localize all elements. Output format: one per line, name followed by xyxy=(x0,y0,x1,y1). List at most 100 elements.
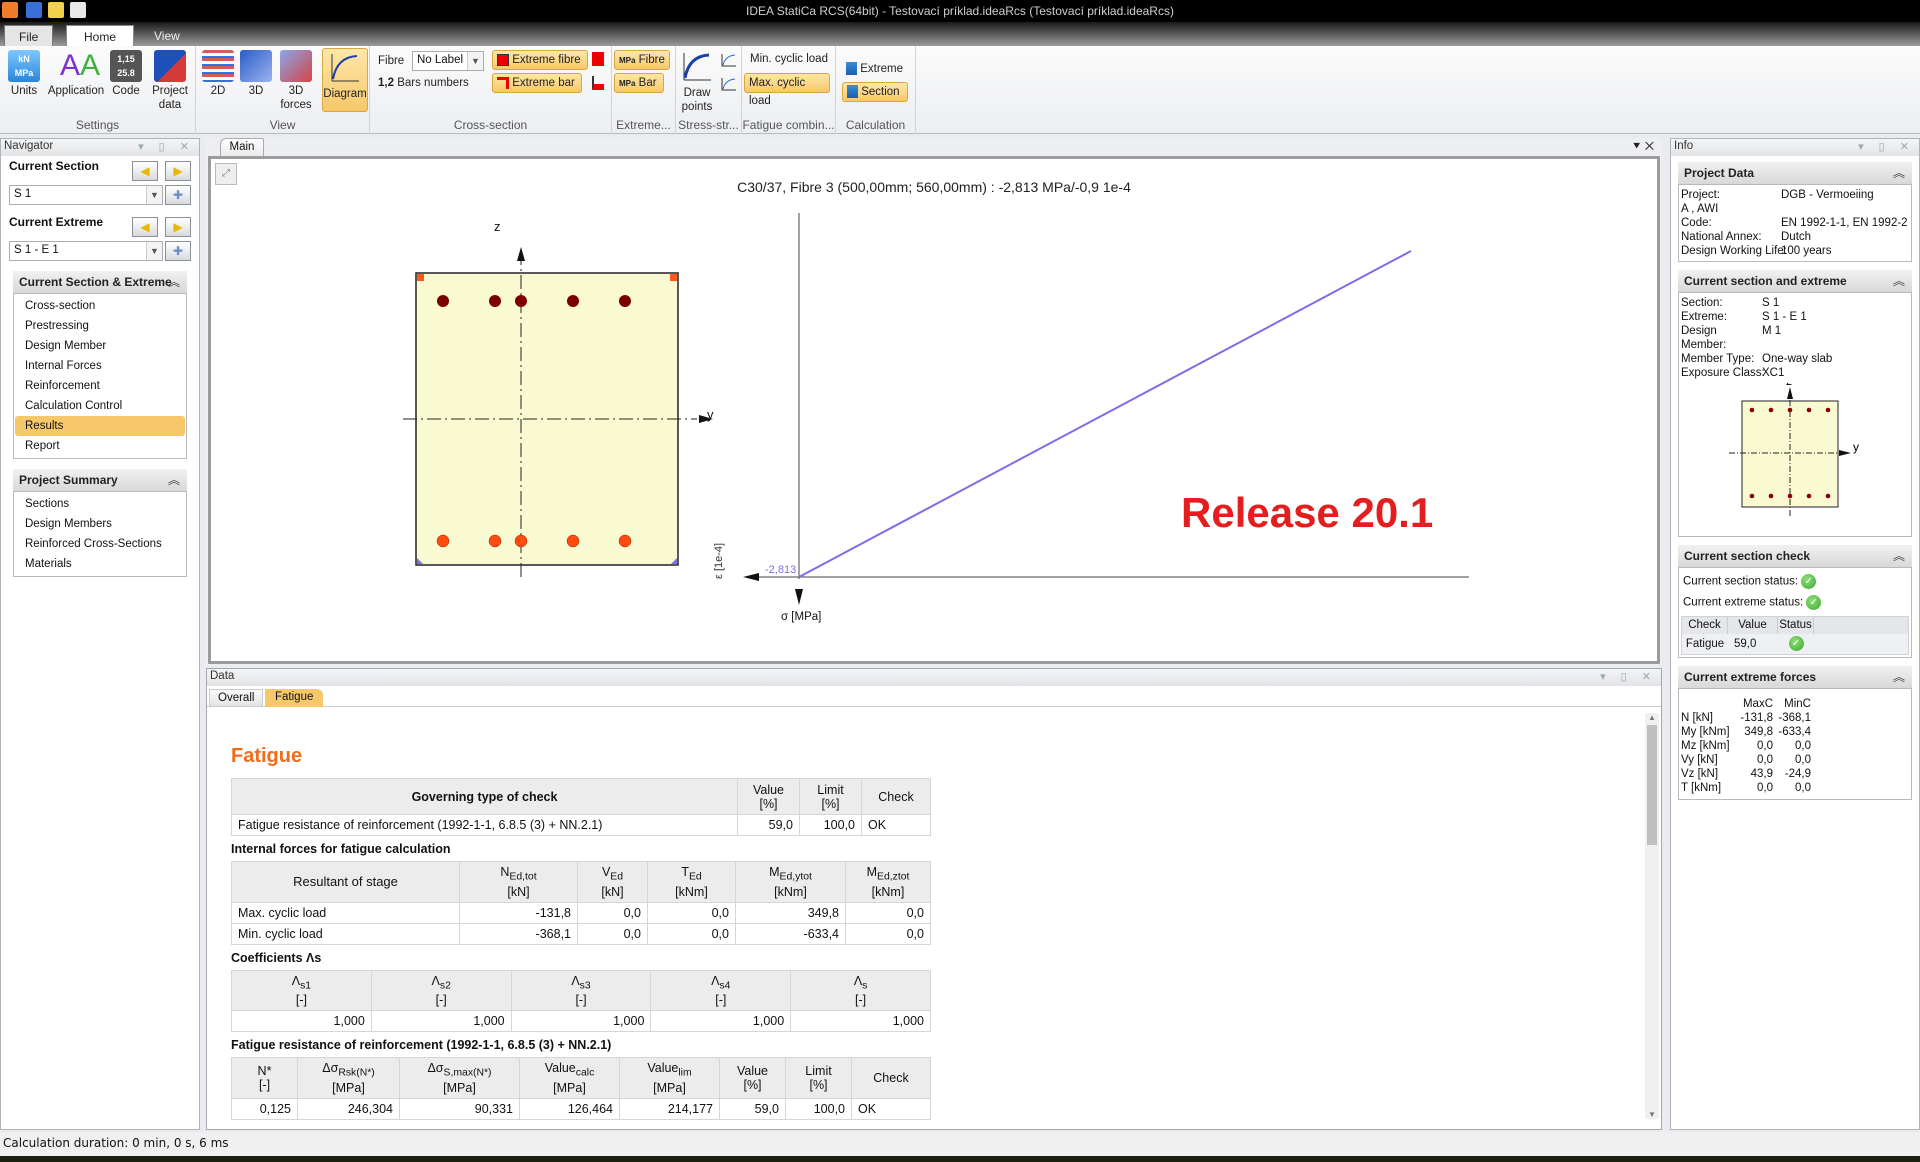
rebar xyxy=(437,295,449,307)
tab-file[interactable]: File xyxy=(4,25,54,46)
code-button[interactable]: 1,15 25.8 Code xyxy=(108,50,144,98)
draw-points-button[interactable]: Draw points xyxy=(678,50,716,114)
chevron-down-icon[interactable]: ▼ xyxy=(146,186,162,204)
collapse-icon[interactable]: ︽ xyxy=(168,471,180,488)
chevron-down-icon[interactable]: ▼ xyxy=(467,52,483,70)
nav-item-design-members[interactable]: Design Members xyxy=(15,514,185,534)
next-extreme-button[interactable]: ▶ xyxy=(165,217,191,237)
current-section-select[interactable]: S 1 ▼ xyxy=(9,185,163,205)
collapse-icon[interactable]: ︽ xyxy=(1893,668,1905,685)
previous-extreme-button[interactable]: ◀ xyxy=(132,217,158,237)
previous-section-button[interactable]: ◀ xyxy=(132,161,158,181)
max-fibre-icon[interactable] xyxy=(592,52,604,66)
current-extreme-select[interactable]: S 1 - E 1 ▼ xyxy=(9,241,163,261)
chevron-down-icon[interactable]: ▼ xyxy=(146,242,162,260)
table-row: 1,000 1,000 1,000 1,000 1,000 xyxy=(231,1010,931,1032)
collapse-icon[interactable]: ︽ xyxy=(1893,272,1905,289)
scrollbar-thumb[interactable] xyxy=(1647,725,1657,845)
project-data-button[interactable]: Project data xyxy=(148,50,192,112)
info-row: Project: DGB - Vermoeiing xyxy=(1681,189,1874,201)
view-3d-button[interactable]: 3D xyxy=(238,50,274,98)
tab-overall[interactable]: Overall xyxy=(209,689,264,707)
table-row: N [kN] -131,8 -368,1 xyxy=(1681,712,1811,724)
section-check-box: Current section status: ✓ Current extrem… xyxy=(1678,567,1912,658)
application-button[interactable]: AA Application xyxy=(46,50,106,98)
panel-controls-icon[interactable]: ▾ ▯ ✕ xyxy=(1600,670,1657,683)
report-heading: Fatigue xyxy=(231,745,303,767)
extreme-forces-header[interactable]: Current extreme forces ︽ xyxy=(1678,666,1912,688)
rebar xyxy=(619,295,631,307)
nav-item-calculation-control[interactable]: Calculation Control xyxy=(15,396,185,416)
fibre-select[interactable]: No Label ▼ xyxy=(412,51,484,71)
panel-controls-icon[interactable]: ▾ ▯ ✕ xyxy=(1858,140,1915,153)
navigator-header: Navigator ▾ ▯ ✕ xyxy=(1,139,199,156)
next-section-button[interactable]: ▶ xyxy=(165,161,191,181)
current-section-header[interactable]: Current section and extreme ︽ xyxy=(1678,270,1912,292)
nav-item-reinforced-cross-sections[interactable]: Reinforced Cross-Sections xyxy=(15,534,185,554)
diagram-button[interactable]: Diagram xyxy=(322,48,368,112)
extreme-bar-stress-button[interactable]: MPa Bar xyxy=(614,73,664,93)
col-header: Λs3 [-] xyxy=(510,969,652,1011)
extreme-fibre-marker xyxy=(670,274,677,281)
group-view: 2D 3D 3D forces Diagram View xyxy=(196,46,370,134)
nav-item-prestressing[interactable]: Prestressing xyxy=(15,316,185,336)
rebar xyxy=(618,534,632,548)
report-content: Fatigue Governing type of check Value [%]… xyxy=(231,745,1111,1120)
min-fibre-icon[interactable] xyxy=(592,76,604,90)
bars-numbers-button[interactable]: 1,2 Bars numbers xyxy=(374,74,473,94)
collapse-icon[interactable]: ︽ xyxy=(1893,547,1905,564)
current-section-label: Current Section xyxy=(9,159,100,173)
min-cyclic-load-button[interactable]: Min. cyclic load xyxy=(746,50,832,70)
extreme-forces-box: MaxC MinC N [kN] -131,8 -368,1 My [kNm] 349,… xyxy=(1678,688,1912,800)
tab-fatigue[interactable]: Fatigue xyxy=(265,689,324,707)
panel-controls-icon[interactable]: ▾ ▯ ✕ xyxy=(138,140,195,153)
extreme-bar-icon xyxy=(497,76,509,89)
extreme-bar-button[interactable]: Extreme bar xyxy=(492,73,582,93)
tab-main[interactable]: Main xyxy=(220,138,264,156)
view-3d-forces-button[interactable]: 3D forces xyxy=(278,50,314,112)
col-header: MEd,ztot [kNm] xyxy=(845,861,931,903)
nav-item-results[interactable]: Results xyxy=(15,416,185,436)
nav-item-materials[interactable]: Materials xyxy=(15,554,185,574)
units-icon: kN MPa xyxy=(8,50,40,82)
extreme-fibre-stress-button[interactable]: MPa Fibre xyxy=(614,50,670,70)
add-section-button[interactable]: ✚ xyxy=(165,185,191,205)
scroll-up-icon[interactable]: ▲ xyxy=(1645,713,1659,725)
project-data-header[interactable]: Project Data ︽ xyxy=(1678,162,1912,184)
scroll-down-icon[interactable]: ▼ xyxy=(1645,1110,1659,1119)
grid-row[interactable]: Fatigue 59,0 ✓ xyxy=(1682,634,1908,654)
collapse-icon[interactable]: ︽ xyxy=(168,273,180,290)
calculate-section-button[interactable]: Section xyxy=(842,82,908,102)
nav-item-design-member[interactable]: Design Member xyxy=(15,336,185,356)
scrollbar[interactable]: ▲ ▼ xyxy=(1645,713,1659,1119)
section-check-header[interactable]: Current section check ︽ xyxy=(1678,545,1912,567)
view-2d-button[interactable]: 2D xyxy=(200,50,236,98)
col-header: ΔσS,max(N*) [MPa] xyxy=(399,1057,520,1099)
col-header: Check xyxy=(861,778,931,815)
add-extreme-button[interactable]: ✚ xyxy=(165,241,191,261)
tab-view[interactable]: View xyxy=(140,25,194,46)
group-settings: kN MPa Units AA Application 1,15 25.8 Code… xyxy=(0,46,196,134)
table-row: Fatigue resistance of reinforcement (199… xyxy=(231,814,931,836)
max-cyclic-load-button[interactable]: Max. cyclic load xyxy=(744,73,830,107)
extreme-fibre-button[interactable]: Extreme fibre xyxy=(492,50,588,70)
units-button[interactable]: kN MPa Units xyxy=(6,50,42,98)
project-data-icon xyxy=(154,50,186,82)
panel-controls-icon[interactable]: ⯆ ✕ xyxy=(1632,139,1654,154)
nav-item-cross-section[interactable]: Cross-section xyxy=(15,296,185,316)
group-header[interactable]: Current Section & Extreme ︽ xyxy=(13,271,187,293)
tab-home[interactable]: Home xyxy=(66,25,134,46)
nav-item-sections[interactable]: Sections xyxy=(15,494,185,514)
group-header[interactable]: Project Summary ︽ xyxy=(13,469,187,491)
stress-strain-curve-icon[interactable] xyxy=(720,52,738,68)
nav-item-internal-forces[interactable]: Internal Forces xyxy=(15,356,185,376)
nav-item-reinforcement[interactable]: Reinforcement xyxy=(15,376,185,396)
z-axis-arrow xyxy=(517,247,525,261)
collapse-icon[interactable]: ︽ xyxy=(1893,164,1905,181)
calculate-extreme-button[interactable]: Extreme xyxy=(842,60,907,80)
nav-item-report[interactable]: Report xyxy=(15,436,185,456)
info-row: Extreme: S 1 - E 1 xyxy=(1681,311,1807,323)
group-label: Fatigue combin... xyxy=(742,118,835,132)
stress-strain-curve-alt-icon[interactable] xyxy=(720,76,738,92)
table-row: Max. cyclic load -131,8 0,0 0,0 349,8 0,0 xyxy=(231,901,931,924)
